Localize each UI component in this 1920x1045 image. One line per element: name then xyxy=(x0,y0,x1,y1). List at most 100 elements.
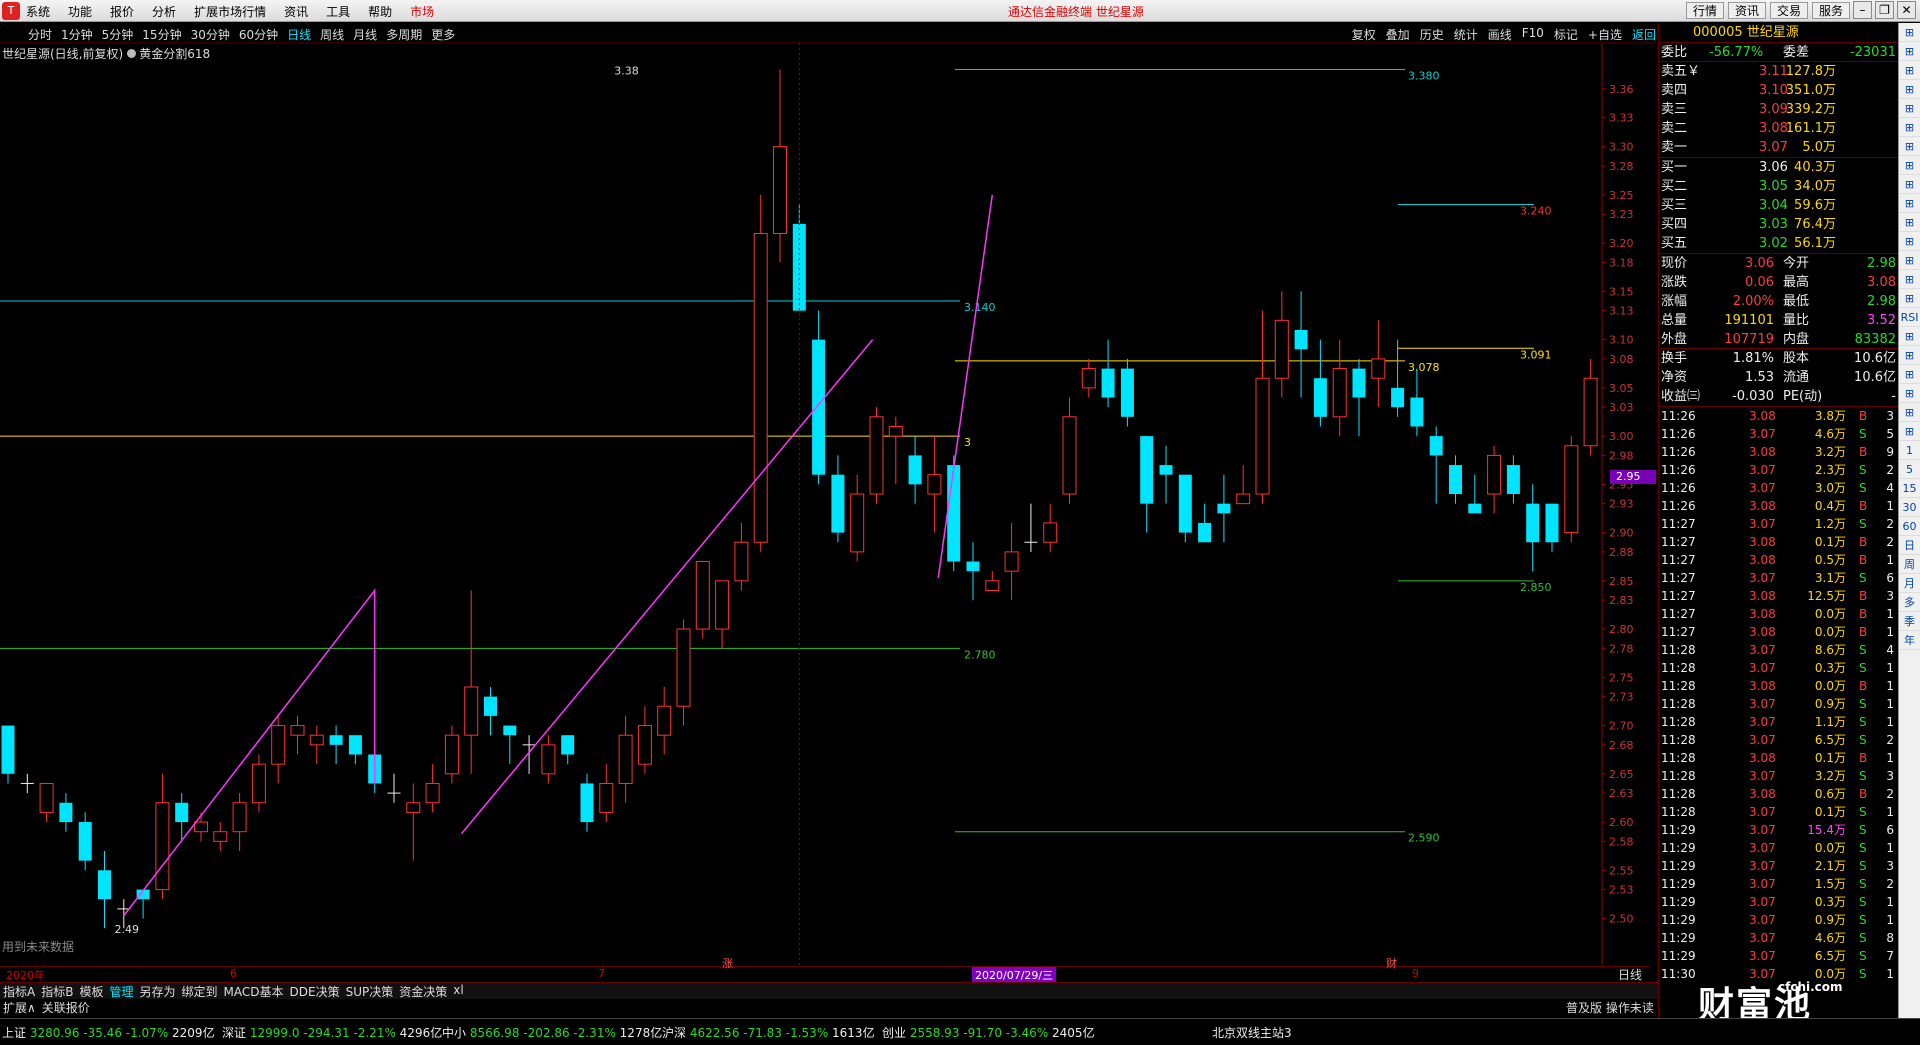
kline-chart[interactable]: 3.36 3.33 3.30 3.28 3.25 3.23 3.20 3.18 3.15 3.13… xyxy=(0,43,1658,965)
indicator-tab-3[interactable]: 管理 xyxy=(109,983,133,999)
sell-1-row: 卖四 3.10 351.0万 xyxy=(1659,81,1898,100)
period-tab-1[interactable]: 1分钟 xyxy=(61,26,93,43)
sidebar-tool-19[interactable]: ⊞ xyxy=(1899,384,1920,403)
period-tab-3[interactable]: 15分钟 xyxy=(142,26,181,43)
indicator-tab-10[interactable]: xl xyxy=(453,983,463,999)
tool-button-2[interactable]: 历史 xyxy=(1420,26,1444,43)
menu-item-market[interactable]: 市场 xyxy=(410,3,434,20)
indicator-tab-9[interactable]: 资金决策 xyxy=(399,983,447,999)
sidebar-tool-1[interactable]: ⊞ xyxy=(1899,42,1920,61)
sidebar-tool-9[interactable]: ⊞ xyxy=(1899,194,1920,213)
indicator-tab-1[interactable]: 指标B xyxy=(41,983,73,999)
indicator-tab-7[interactable]: DDE决策 xyxy=(290,983,340,999)
sidebar-tool-27[interactable]: 日 xyxy=(1899,536,1920,555)
tool-button-3[interactable]: 统计 xyxy=(1454,26,1478,43)
sidebar-tool-30[interactable]: 多 xyxy=(1899,593,1920,612)
indicator-tab-5[interactable]: 绑定到 xyxy=(182,983,218,999)
sidebar-tool-17[interactable]: ⊞ xyxy=(1899,346,1920,365)
sidebar-tool-12[interactable]: ⊞ xyxy=(1899,251,1920,270)
sidebar-tool-26[interactable]: 60 xyxy=(1899,517,1920,536)
index-amount: 4296亿 xyxy=(399,1026,443,1040)
sidebar-tool-7[interactable]: ⊞ xyxy=(1899,156,1920,175)
restore-icon[interactable]: ❐ xyxy=(1875,1,1894,19)
indicator-tab-2[interactable]: 模板 xyxy=(79,983,103,999)
sidebar-tool-0[interactable]: ⊞ xyxy=(1899,23,1920,42)
stat-label: 净资 xyxy=(1661,370,1688,385)
tick-row: 11:29 3.07 4.6万 S 8 xyxy=(1659,929,1898,947)
menu-item-function[interactable]: 功能 xyxy=(68,3,92,20)
sidebar-tool-11[interactable]: ⊞ xyxy=(1899,232,1920,251)
period-tab-2[interactable]: 5分钟 xyxy=(102,26,134,43)
sidebar-tool-31[interactable]: 季 xyxy=(1899,612,1920,631)
sidebar-tool-14[interactable]: ⊞ xyxy=(1899,289,1920,308)
period-tab-8[interactable]: 月线 xyxy=(353,26,377,43)
sidebar-tool-25[interactable]: 30 xyxy=(1899,498,1920,517)
tool-button-4[interactable]: 画线 xyxy=(1488,26,1512,43)
sidebar-tool-28[interactable]: 周 xyxy=(1899,555,1920,574)
index-item[interactable]: 中小 8566.98 -202.86 -2.31% 1278亿 xyxy=(442,1024,662,1041)
expand-button[interactable]: 扩展∧ xyxy=(3,999,36,1016)
sidebar-tool-8[interactable]: ⊞ xyxy=(1899,175,1920,194)
sidebar-tool-24[interactable]: 15 xyxy=(1899,479,1920,498)
period-tab-5[interactable]: 60分钟 xyxy=(239,26,278,43)
tool-button-1[interactable]: 叠加 xyxy=(1386,26,1410,43)
sidebar-tool-22[interactable]: 1 xyxy=(1899,441,1920,460)
sidebar-tool-2[interactable]: ⊞ xyxy=(1899,61,1920,80)
minimize-icon[interactable]: – xyxy=(1853,1,1872,19)
sidebar-tool-15[interactable]: RSI xyxy=(1899,308,1920,327)
menu-item-ext-market[interactable]: 扩展市场行情 xyxy=(194,3,266,20)
period-tab-10[interactable]: 更多 xyxy=(431,26,455,43)
period-tab-0[interactable]: 分时 xyxy=(28,26,52,43)
low-price-label: 2.49 xyxy=(115,923,140,936)
news-button[interactable]: 资讯 xyxy=(1727,2,1766,19)
menu-item-news[interactable]: 资讯 xyxy=(284,3,308,20)
index-item[interactable]: 上证 3280.96 -35.46 -1.07% 2209亿 xyxy=(2,1024,215,1041)
tick-price: 3.07 xyxy=(1749,769,1776,783)
tool-button-0[interactable]: 复权 xyxy=(1352,26,1376,43)
sidebar-tool-16[interactable]: ⊞ xyxy=(1899,327,1920,346)
sidebar-tool-3[interactable]: ⊞ xyxy=(1899,80,1920,99)
tool-button-8[interactable]: 返回 xyxy=(1632,26,1656,43)
indicator-tab-4[interactable]: 另存为 xyxy=(139,983,175,999)
period-tab-4[interactable]: 30分钟 xyxy=(191,26,230,43)
close-icon[interactable]: ✕ xyxy=(1897,1,1916,19)
tool-button-6[interactable]: 标记 xyxy=(1554,26,1578,43)
period-tab-9[interactable]: 多周期 xyxy=(386,26,422,43)
x-label-year: 2020年 xyxy=(6,969,45,982)
sidebar-tool-32[interactable]: 年 xyxy=(1899,631,1920,650)
menu-item-analysis[interactable]: 分析 xyxy=(152,3,176,20)
menu-item-quote[interactable]: 报价 xyxy=(110,3,134,20)
index-item[interactable]: 沪深 4622.56 -71.83 -1.53% 1613亿 xyxy=(662,1024,875,1041)
related-quote-button[interactable]: 关联报价 xyxy=(42,999,90,1016)
trade-button[interactable]: 交易 xyxy=(1769,2,1808,19)
index-item[interactable]: 深证 12999.0 -294.31 -2.21% 4296亿 xyxy=(222,1024,442,1041)
sidebar-tool-18[interactable]: ⊞ xyxy=(1899,365,1920,384)
period-tab-6[interactable]: 日线 xyxy=(287,26,311,43)
sidebar-tool-13[interactable]: ⊞ xyxy=(1899,270,1920,289)
sidebar-tool-21[interactable]: ⊞ xyxy=(1899,422,1920,441)
tool-button-5[interactable]: F10 xyxy=(1522,26,1544,43)
indicator-tab-6[interactable]: MACD基本 xyxy=(224,983,284,999)
period-tab-7[interactable]: 周线 xyxy=(320,26,344,43)
sidebar-tool-23[interactable]: 5 xyxy=(1899,460,1920,479)
quote-button[interactable]: 行情 xyxy=(1685,2,1724,19)
tick-price: 3.08 xyxy=(1749,751,1776,765)
server-name[interactable]: 北京双线主站3 xyxy=(1212,1024,1292,1041)
tool-button-7[interactable]: +自选 xyxy=(1588,26,1622,43)
indicator-tab-8[interactable]: SUP决策 xyxy=(346,983,394,999)
menu-item-system[interactable]: 系统 xyxy=(26,3,50,20)
sidebar-tool-20[interactable]: ⊞ xyxy=(1899,403,1920,422)
sidebar-tool-4[interactable]: ⊞ xyxy=(1899,99,1920,118)
tick-list[interactable]: 11:26 3.08 3.8万 B 3 11:26 3.07 4.6万 S 5 11:26 3.08 3… xyxy=(1659,407,1898,983)
sidebar-tool-10[interactable]: ⊞ xyxy=(1899,213,1920,232)
buy-0-price: 3.06 xyxy=(1759,160,1788,175)
sidebar-tool-5[interactable]: ⊞ xyxy=(1899,118,1920,137)
menu-item-help[interactable]: 帮助 xyxy=(368,3,392,20)
menu-item-tools[interactable]: 工具 xyxy=(326,3,350,20)
sidebar-tool-29[interactable]: 月 xyxy=(1899,574,1920,593)
sidebar-tool-6[interactable]: ⊞ xyxy=(1899,137,1920,156)
index-item[interactable]: 创业 2558.93 -91.70 -3.46% 2405亿 xyxy=(882,1024,1095,1041)
tick-price: 3.08 xyxy=(1749,607,1776,621)
service-button[interactable]: 服务 xyxy=(1811,2,1850,19)
indicator-tab-0[interactable]: 指标A xyxy=(3,983,35,999)
